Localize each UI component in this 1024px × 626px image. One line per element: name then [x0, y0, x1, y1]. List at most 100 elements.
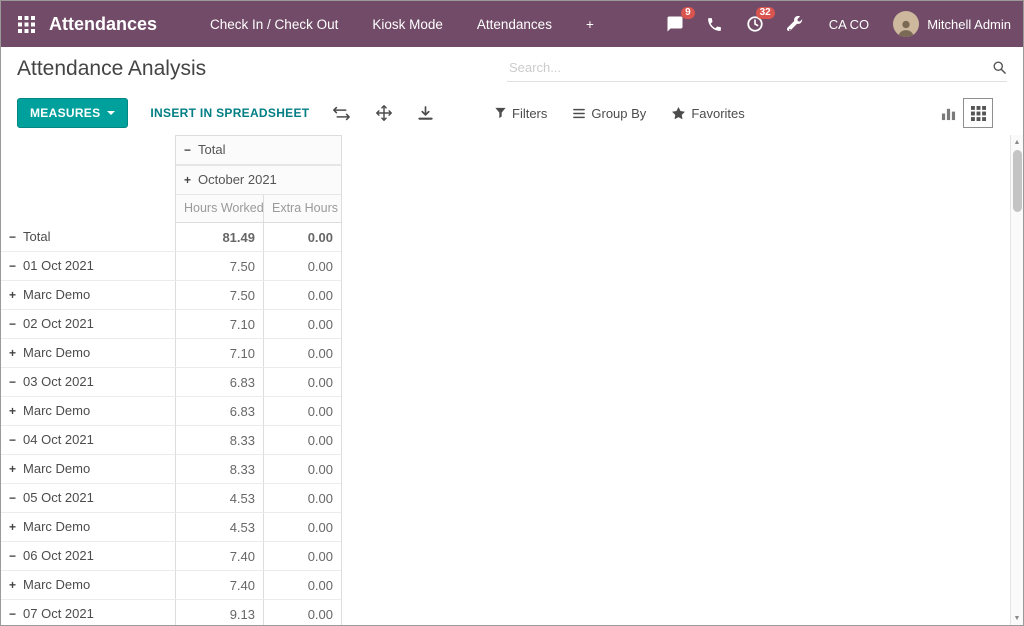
cell-extra-hours: 0.00 [264, 223, 342, 252]
row-label: Marc Demo [23, 519, 90, 534]
row-header[interactable]: −02 Oct 2021 [1, 310, 176, 339]
pivot-body: −Total81.490.00−01 Oct 20217.500.00+Marc… [1, 223, 342, 625]
company-switcher[interactable]: CA CO [825, 17, 873, 32]
row-label: Marc Demo [23, 577, 90, 592]
user-menu[interactable]: Mitchell Admin [893, 11, 1011, 37]
filter-funnel-icon [495, 107, 506, 119]
download-button[interactable] [416, 104, 435, 123]
vertical-scrollbar[interactable]: ▲ ▼ [1010, 135, 1023, 625]
row-header[interactable]: −01 Oct 2021 [1, 252, 176, 281]
search-icon[interactable] [992, 60, 1007, 75]
messages-icon[interactable]: 9 [665, 14, 685, 34]
collapse-icon[interactable]: − [9, 543, 16, 570]
expand-all-button[interactable] [374, 103, 394, 123]
menu-check-in-out[interactable]: Check In / Check Out [193, 1, 355, 47]
row-label: Marc Demo [23, 287, 90, 302]
table-row: −01 Oct 20217.500.00 [1, 252, 342, 281]
cell-extra-hours: 0.00 [264, 542, 342, 571]
exchange-icon [333, 106, 350, 121]
table-row: −06 Oct 20217.400.00 [1, 542, 342, 571]
cell-extra-hours: 0.00 [264, 252, 342, 281]
group-by-icon [573, 108, 585, 119]
row-label: 03 Oct 2021 [23, 374, 94, 389]
menu-kiosk-mode[interactable]: Kiosk Mode [355, 1, 460, 47]
collapse-icon[interactable]: − [9, 427, 16, 454]
expand-icon[interactable]: + [9, 398, 16, 425]
cell-hours-worked: 9.13 [176, 600, 264, 625]
collapse-icon[interactable]: − [184, 137, 191, 164]
scroll-up-arrow[interactable]: ▲ [1011, 135, 1023, 149]
measure-header-hours-worked[interactable]: Hours Worked [176, 195, 264, 223]
row-header[interactable]: −03 Oct 2021 [1, 368, 176, 397]
scroll-down-arrow[interactable]: ▼ [1011, 611, 1023, 625]
flip-axis-button[interactable] [331, 104, 352, 123]
cell-extra-hours: 0.00 [264, 397, 342, 426]
cell-hours-worked: 8.33 [176, 426, 264, 455]
row-header[interactable]: +Marc Demo [1, 455, 176, 484]
table-row: +Marc Demo6.830.00 [1, 397, 342, 426]
collapse-icon[interactable]: − [9, 253, 16, 280]
column-month-label: October 2021 [198, 172, 277, 187]
expand-icon[interactable]: + [9, 282, 16, 309]
phone-icon[interactable] [705, 14, 725, 34]
filters-label: Filters [512, 106, 547, 121]
insert-in-spreadsheet-button[interactable]: INSERT IN SPREADSHEET [150, 106, 309, 120]
expand-icon[interactable]: + [9, 572, 16, 599]
column-total-label: Total [198, 142, 225, 157]
row-header[interactable]: −04 Oct 2021 [1, 426, 176, 455]
graph-view-button[interactable] [933, 98, 963, 128]
collapse-icon[interactable]: − [9, 224, 16, 251]
cell-hours-worked: 81.49 [176, 223, 264, 252]
row-header[interactable]: −07 Oct 2021 [1, 600, 176, 625]
collapse-icon[interactable]: − [9, 601, 16, 625]
collapse-icon[interactable]: − [9, 369, 16, 396]
app-name[interactable]: Attendances [49, 14, 157, 35]
measures-label: MEASURES [30, 106, 100, 120]
row-header[interactable]: −Total [1, 223, 176, 252]
table-row: −07 Oct 20219.130.00 [1, 600, 342, 625]
row-header[interactable]: −05 Oct 2021 [1, 484, 176, 513]
filters-menu[interactable]: Filters [495, 106, 547, 121]
measures-button[interactable]: MEASURES [17, 98, 128, 128]
expand-icon[interactable]: + [9, 340, 16, 367]
cell-extra-hours: 0.00 [264, 281, 342, 310]
collapse-icon[interactable]: − [9, 311, 16, 338]
table-row: −02 Oct 20217.100.00 [1, 310, 342, 339]
bar-chart-icon [941, 106, 956, 121]
measure-header-extra-hours[interactable]: Extra Hours [264, 195, 342, 223]
scrollbar-thumb[interactable] [1013, 150, 1022, 212]
row-header[interactable]: + Marc Demo [1, 513, 176, 542]
apps-menu-icon[interactable] [13, 11, 39, 37]
expand-icon[interactable]: + [9, 456, 16, 483]
menu-plus[interactable]: + [569, 1, 611, 47]
debug-tools-icon[interactable] [785, 14, 805, 34]
row-header[interactable]: + Marc Demo [1, 281, 176, 310]
row-header[interactable]: +Marc Demo [1, 397, 176, 426]
favorites-menu[interactable]: Favorites [672, 106, 744, 121]
table-row: −05 Oct 20214.530.00 [1, 484, 342, 513]
column-header-month[interactable]: + October 2021 [176, 165, 342, 195]
search-options: Filters Group By Favorites [495, 98, 1007, 128]
pivot-view-button[interactable] [963, 98, 993, 128]
row-header[interactable]: + Marc Demo [1, 339, 176, 368]
menu-attendances[interactable]: Attendances [460, 1, 569, 47]
search-input[interactable] [507, 56, 992, 79]
pivot-view: −Total +October 2021 Hours Worked Extra … [1, 135, 1023, 625]
row-header[interactable]: + Marc Demo [1, 571, 176, 600]
page-title: Attendance Analysis [17, 57, 206, 81]
row-label: 01 Oct 2021 [23, 258, 94, 273]
row-header[interactable]: −06 Oct 2021 [1, 542, 176, 571]
row-label: Marc Demo [23, 345, 90, 360]
collapse-icon[interactable]: − [9, 485, 16, 512]
column-header-total[interactable]: −Total [176, 135, 342, 165]
group-by-menu[interactable]: Group By [573, 106, 646, 121]
table-row: −03 Oct 20216.830.00 [1, 368, 342, 397]
odoo-window: { "topbar": { "app_name": "Attendances",… [0, 0, 1024, 626]
cell-extra-hours: 0.00 [264, 455, 342, 484]
download-icon [418, 106, 433, 121]
arrows-all-icon [376, 105, 392, 121]
activities-icon[interactable]: 32 [745, 14, 765, 34]
expand-icon[interactable]: + [9, 514, 16, 541]
expand-icon[interactable]: + [184, 167, 191, 194]
favorites-label: Favorites [691, 106, 744, 121]
